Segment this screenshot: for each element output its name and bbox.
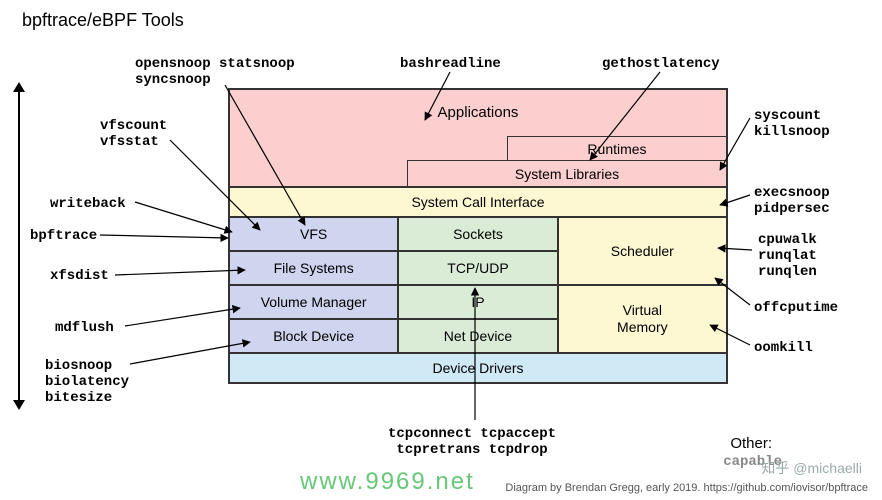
- tcp-udp-box: TCP/UDP: [398, 251, 557, 285]
- runtimes-box: Runtimes: [507, 136, 727, 162]
- tool-biosnoop: biosnoop biolatency bitesize: [45, 358, 129, 406]
- system-call-interface-box: System Call Interface: [229, 187, 727, 217]
- tool-vfscount: vfscount vfsstat: [100, 118, 167, 150]
- scheduler-box: Scheduler: [558, 217, 727, 285]
- system-libraries-box: System Libraries: [407, 160, 727, 187]
- page-title: bpftrace/eBPF Tools: [22, 10, 184, 31]
- device-drivers-box: Device Drivers: [229, 353, 727, 383]
- tool-xfsdist: xfsdist: [50, 268, 109, 284]
- vfs-box: VFS: [229, 217, 398, 251]
- sockets-box: Sockets: [398, 217, 557, 251]
- tool-bashreadline: bashreadline: [400, 56, 501, 72]
- applications-layer: Applications Runtimes System Libraries: [229, 89, 727, 187]
- tool-cpuwalk: cpuwalk runqlat runqlen: [758, 232, 817, 280]
- tool-writeback: writeback: [50, 196, 126, 212]
- tool-oomkill: oomkill: [754, 340, 813, 356]
- other-label: Other:: [730, 435, 772, 452]
- virtual-memory-box: Virtual Memory: [558, 285, 727, 353]
- kernel-grid: VFS File Systems Volume Manager Block De…: [229, 217, 727, 353]
- applications-label: Applications: [230, 104, 726, 121]
- volume-manager-box: Volume Manager: [229, 285, 398, 319]
- credit-author: Diagram by Brendan Gregg, early 2019. ht…: [505, 482, 868, 494]
- tool-opensnoop: opensnoop statsnoop syncsnoop: [135, 56, 295, 88]
- tool-bpftrace: bpftrace: [30, 228, 97, 244]
- block-device-box: Block Device: [229, 319, 398, 353]
- tool-gethostlatency: gethostlatency: [602, 56, 720, 72]
- tool-syscount: syscount killsnoop: [754, 108, 830, 140]
- credit-zhihu: 知乎 @michaelli: [761, 458, 862, 478]
- file-systems-box: File Systems: [229, 251, 398, 285]
- tool-tcpconnect: tcpconnect tcpaccept tcpretrans tcpdrop: [388, 426, 556, 458]
- tool-offcputime: offcputime: [754, 300, 838, 316]
- net-device-box: Net Device: [398, 319, 557, 353]
- watermark: www.9969.net: [300, 468, 475, 496]
- vertical-span-arrow: [18, 90, 20, 402]
- system-stack: Applications Runtimes System Libraries S…: [228, 88, 728, 384]
- tool-execsnoop: execsnoop pidpersec: [754, 185, 830, 217]
- tool-mdflush: mdflush: [55, 320, 114, 336]
- ip-box: IP: [398, 285, 557, 319]
